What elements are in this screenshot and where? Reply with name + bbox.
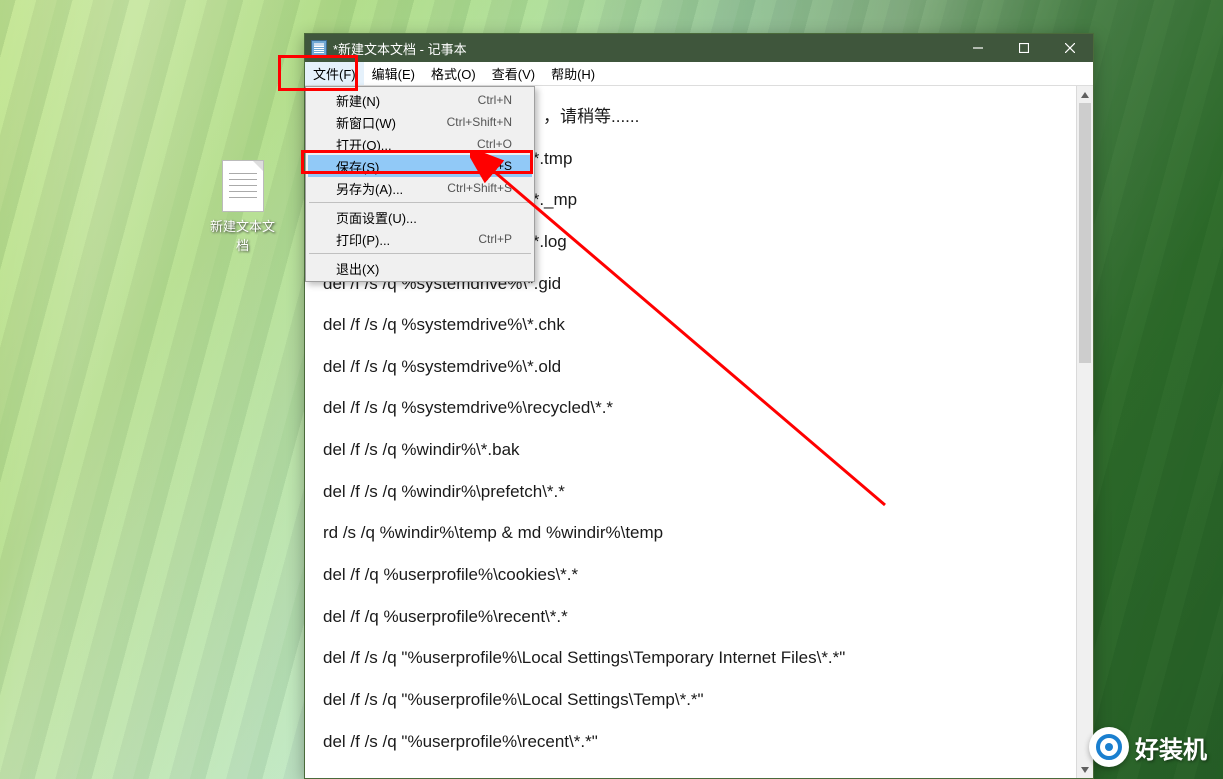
- vertical-scrollbar[interactable]: [1076, 86, 1093, 778]
- menu-item-print[interactable]: 打印(P)... Ctrl+P: [308, 228, 532, 250]
- menu-help[interactable]: 帮助(H): [543, 62, 603, 85]
- desktop-icon-label: 新建文本文档: [205, 216, 280, 254]
- menubar: 文件(F) 编辑(E) 格式(O) 查看(V) 帮助(H): [305, 62, 1093, 86]
- scrollbar-thumb[interactable]: [1079, 103, 1091, 363]
- minimize-icon: [973, 43, 983, 53]
- text-document-icon: [222, 160, 264, 212]
- menu-separator: [309, 253, 531, 254]
- scrollbar-track[interactable]: [1077, 103, 1093, 761]
- menu-view[interactable]: 查看(V): [484, 62, 543, 85]
- close-button[interactable]: [1047, 34, 1093, 62]
- minimize-button[interactable]: [955, 34, 1001, 62]
- menu-file[interactable]: 文件(F): [305, 62, 364, 85]
- window-controls: [955, 34, 1093, 62]
- menu-item-new[interactable]: 新建(N) Ctrl+N: [308, 89, 532, 111]
- chevron-down-icon: [1081, 767, 1089, 773]
- menu-item-page-setup[interactable]: 页面设置(U)...: [308, 206, 532, 228]
- window-title: *新建文本文档 - 记事本: [333, 39, 467, 58]
- menu-item-save-as[interactable]: 另存为(A)... Ctrl+Shift+S: [308, 177, 532, 199]
- logo-icon: [1089, 727, 1129, 767]
- watermark-logo: 好装机: [1089, 727, 1207, 767]
- maximize-icon: [1019, 43, 1029, 53]
- menu-item-save[interactable]: 保存(S) Ctrl+S: [308, 155, 532, 177]
- close-icon: [1065, 43, 1075, 53]
- maximize-button[interactable]: [1001, 34, 1047, 62]
- file-dropdown-menu: 新建(N) Ctrl+N 新窗口(W) Ctrl+Shift+N 打开(O)..…: [305, 86, 535, 282]
- scroll-up-button[interactable]: [1077, 86, 1093, 103]
- notepad-app-icon: [311, 40, 327, 56]
- menu-item-open[interactable]: 打开(O)... Ctrl+O: [308, 133, 532, 155]
- desktop-file-icon[interactable]: 新建文本文档: [205, 160, 280, 254]
- menu-edit[interactable]: 编辑(E): [364, 62, 423, 85]
- titlebar[interactable]: *新建文本文档 - 记事本: [305, 34, 1093, 62]
- menu-separator: [309, 202, 531, 203]
- chevron-up-icon: [1081, 92, 1089, 98]
- menu-item-new-window[interactable]: 新窗口(W) Ctrl+Shift+N: [308, 111, 532, 133]
- watermark-text: 好装机: [1135, 730, 1207, 765]
- notepad-window: *新建文本文档 - 记事本 文件(F) 编辑(E) 格式(O) 查看(V) 帮助…: [304, 33, 1094, 779]
- menu-item-exit[interactable]: 退出(X): [308, 257, 532, 279]
- menu-format[interactable]: 格式(O): [423, 62, 484, 85]
